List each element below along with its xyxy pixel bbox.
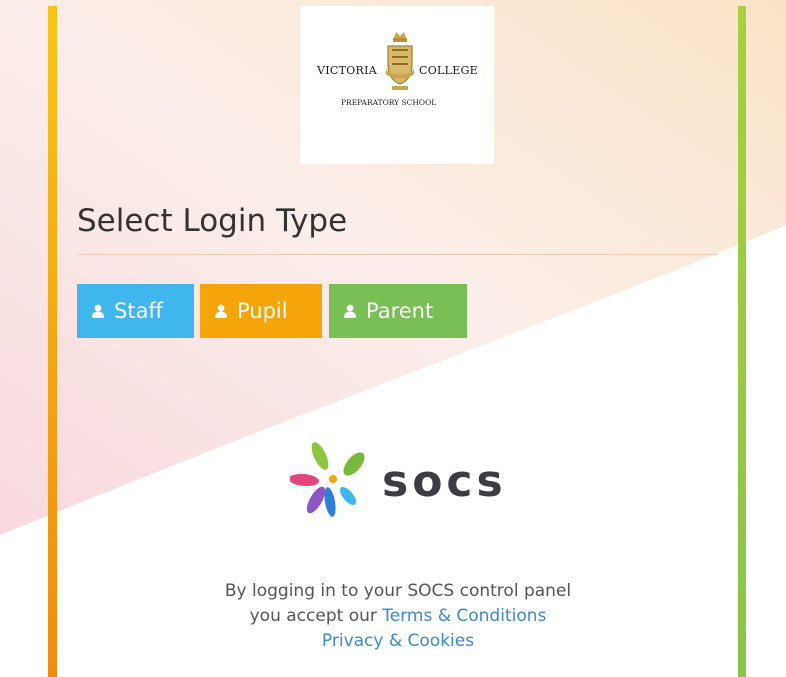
- terms-link[interactable]: Terms & Conditions: [382, 606, 546, 626]
- socs-logo: socs: [290, 434, 510, 526]
- school-subtitle: PREPARATORY SCHOOL: [341, 98, 437, 107]
- page-title: Select Login Type: [77, 203, 348, 239]
- consent-prefix: you accept our: [249, 606, 377, 626]
- school-name-left: VICTORIA: [317, 64, 378, 77]
- user-icon: [215, 304, 227, 318]
- pupil-login-button[interactable]: Pupil: [200, 284, 322, 338]
- right-accent-bar: [738, 6, 746, 677]
- staff-label: Staff: [114, 299, 163, 323]
- school-logo: VICTORIA COLLEGE PREPARATORY SCHOOL: [300, 6, 494, 164]
- crest-icon: [386, 32, 414, 90]
- user-icon: [344, 304, 356, 318]
- consent-line-3: Privacy & Cookies: [150, 629, 646, 654]
- consent-notice: By logging in to your SOCS control panel…: [150, 579, 646, 654]
- consent-line-2: you accept our Terms & Conditions: [150, 604, 646, 629]
- title-divider: [77, 254, 718, 255]
- socs-wordmark: socs: [382, 456, 507, 507]
- left-accent-bar: [48, 6, 57, 677]
- staff-login-button[interactable]: Staff: [77, 284, 194, 338]
- pupil-label: Pupil: [237, 299, 288, 323]
- school-name-right: COLLEGE: [419, 64, 478, 77]
- consent-line-1: By logging in to your SOCS control panel: [224, 581, 572, 601]
- user-icon: [92, 304, 104, 318]
- socs-petal-logo-icon: [290, 442, 365, 517]
- privacy-link[interactable]: Privacy & Cookies: [322, 631, 474, 651]
- parent-label: Parent: [366, 299, 434, 323]
- parent-login-button[interactable]: Parent: [329, 284, 467, 338]
